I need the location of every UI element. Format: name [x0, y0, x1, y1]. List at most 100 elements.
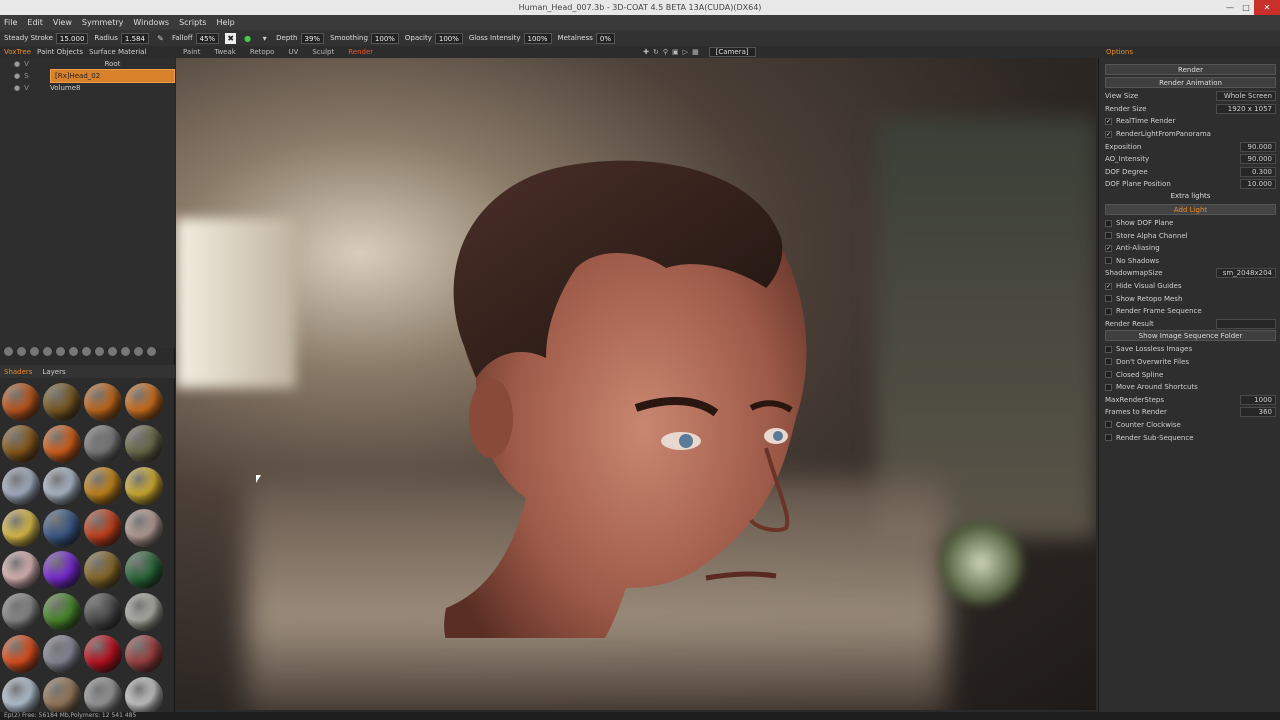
- ao-input[interactable]: 90.000: [1240, 154, 1276, 165]
- tool-icon[interactable]: [108, 347, 117, 356]
- shader-ball[interactable]: [84, 509, 122, 547]
- checkbox[interactable]: [1105, 383, 1112, 391]
- play-icon[interactable]: ▷: [683, 48, 688, 56]
- green-dot-icon[interactable]: ●: [242, 33, 253, 44]
- render-result-field[interactable]: [1216, 318, 1276, 329]
- tab-shaders[interactable]: Shaders: [4, 368, 32, 376]
- shader-ball[interactable]: [2, 425, 40, 463]
- tool-icon[interactable]: [82, 347, 91, 356]
- view-size-select[interactable]: Whole Screen: [1216, 91, 1276, 102]
- shader-ball[interactable]: [125, 593, 163, 631]
- tree-row-head[interactable]: ● S [Rx]Head_02: [0, 69, 175, 83]
- shader-ball[interactable]: [125, 425, 163, 463]
- maximize-icon[interactable]: □: [1238, 0, 1254, 15]
- tab-voxtree[interactable]: VoxTree: [4, 48, 31, 56]
- checkbox[interactable]: [1105, 345, 1112, 353]
- checkbox[interactable]: ✓: [1105, 130, 1112, 138]
- tab-paint-objects[interactable]: Paint Objects: [37, 48, 83, 56]
- shader-ball[interactable]: [125, 509, 163, 547]
- camera-select[interactable]: [Camera]: [708, 47, 756, 57]
- room-sculpt[interactable]: Sculpt: [312, 48, 334, 56]
- falloff-field[interactable]: Falloff 45%: [172, 32, 220, 44]
- checkbox-row[interactable]: Render Sub-Sequence: [1105, 431, 1276, 444]
- room-render[interactable]: Render: [348, 48, 373, 56]
- checkbox-row[interactable]: ✓ Anti-Aliasing: [1105, 242, 1276, 255]
- radius-field[interactable]: Radius 1.584: [94, 32, 149, 44]
- zoom-icon[interactable]: ⚲: [663, 48, 668, 56]
- shadowmap-select[interactable]: sm_2048x204: [1216, 268, 1276, 279]
- brush-icon[interactable]: ✎: [155, 33, 166, 44]
- checkbox-row[interactable]: Save Lossless Images: [1105, 343, 1276, 356]
- shader-ball[interactable]: [43, 467, 81, 505]
- tree-visibility-icon[interactable]: ● V: [0, 82, 50, 94]
- opacity-field[interactable]: Opacity 100%: [405, 32, 463, 44]
- tree-visibility-icon[interactable]: ● V: [0, 58, 50, 70]
- checkbox[interactable]: [1105, 358, 1112, 366]
- checkbox-row[interactable]: Move Around Shortcuts: [1105, 381, 1276, 394]
- add-light-button[interactable]: Add Light: [1105, 203, 1276, 215]
- checkbox-row[interactable]: ✓ RealTime Render: [1105, 115, 1276, 128]
- checkbox-row[interactable]: Store Alpha Channel: [1105, 229, 1276, 242]
- tool-icon[interactable]: [30, 347, 39, 356]
- shader-ball[interactable]: [125, 677, 163, 715]
- render-animation-button[interactable]: Render Animation: [1105, 77, 1276, 88]
- tab-layers[interactable]: Layers: [42, 368, 65, 376]
- shader-ball[interactable]: [2, 383, 40, 421]
- checkbox-row[interactable]: Don't Overwrite Files: [1105, 356, 1276, 369]
- shader-ball[interactable]: [43, 635, 81, 673]
- checkbox-row[interactable]: Show Retopo Mesh: [1105, 292, 1276, 305]
- shader-ball[interactable]: [125, 383, 163, 421]
- steady-stroke-field[interactable]: Steady Stroke 15.000: [4, 32, 89, 44]
- checkbox-row[interactable]: Show DOF Plane: [1105, 217, 1276, 230]
- checkbox-row[interactable]: Closed Spline: [1105, 368, 1276, 381]
- shader-ball[interactable]: [2, 509, 40, 547]
- shader-ball[interactable]: [2, 635, 40, 673]
- render-size-select[interactable]: 1920 x 1057: [1216, 103, 1276, 114]
- gloss-field[interactable]: Gloss Intensity 100%: [469, 32, 552, 44]
- menu-edit[interactable]: Edit: [27, 15, 43, 30]
- tool-icon[interactable]: [4, 347, 13, 356]
- checkbox[interactable]: [1105, 307, 1112, 315]
- max-steps-input[interactable]: 1000: [1240, 394, 1276, 405]
- tree-row-volume[interactable]: ● V Volume8: [0, 82, 175, 94]
- checkbox-row[interactable]: Render Frame Sequence: [1105, 305, 1276, 318]
- move-icon[interactable]: ✚: [643, 48, 649, 56]
- render-header[interactable]: Render: [1105, 64, 1276, 75]
- checkbox-row[interactable]: No Shadows: [1105, 255, 1276, 268]
- checkbox[interactable]: [1105, 371, 1112, 379]
- shader-ball[interactable]: [43, 551, 81, 589]
- tool-icon[interactable]: [121, 347, 130, 356]
- shader-ball[interactable]: [43, 425, 81, 463]
- checkbox[interactable]: [1105, 257, 1112, 265]
- shader-ball[interactable]: [43, 383, 81, 421]
- shader-ball[interactable]: [84, 467, 122, 505]
- tool-icon[interactable]: [95, 347, 104, 356]
- exposition-input[interactable]: 90.000: [1240, 141, 1276, 152]
- menu-view[interactable]: View: [53, 15, 72, 30]
- checkbox[interactable]: [1105, 295, 1112, 303]
- shader-ball[interactable]: [84, 635, 122, 673]
- shader-ball[interactable]: [125, 551, 163, 589]
- close-icon[interactable]: ✕: [1254, 0, 1280, 15]
- checkbox[interactable]: [1105, 232, 1112, 240]
- menu-help[interactable]: Help: [216, 15, 234, 30]
- frames-input[interactable]: 360: [1240, 407, 1276, 418]
- shader-ball[interactable]: [2, 551, 40, 589]
- depth-field[interactable]: Depth 39%: [276, 32, 325, 44]
- shader-ball[interactable]: [84, 593, 122, 631]
- minimize-icon[interactable]: —: [1222, 0, 1238, 15]
- shader-ball[interactable]: [84, 425, 122, 463]
- room-uv[interactable]: UV: [288, 48, 298, 56]
- menu-windows[interactable]: Windows: [133, 15, 169, 30]
- shader-ball[interactable]: [43, 677, 81, 715]
- dof-degree-input[interactable]: 0.300: [1240, 166, 1276, 177]
- checkbox-row[interactable]: ✓ Hide Visual Guides: [1105, 280, 1276, 293]
- shader-ball[interactable]: [84, 677, 122, 715]
- menu-scripts[interactable]: Scripts: [179, 15, 206, 30]
- shader-ball[interactable]: [84, 383, 122, 421]
- tool-icon[interactable]: [56, 347, 65, 356]
- shader-ball[interactable]: [125, 467, 163, 505]
- show-sequence-folder-button[interactable]: Show Image Sequence Folder: [1105, 330, 1276, 342]
- dropdown-icon[interactable]: ▾: [259, 33, 270, 44]
- room-paint[interactable]: Paint: [183, 48, 200, 56]
